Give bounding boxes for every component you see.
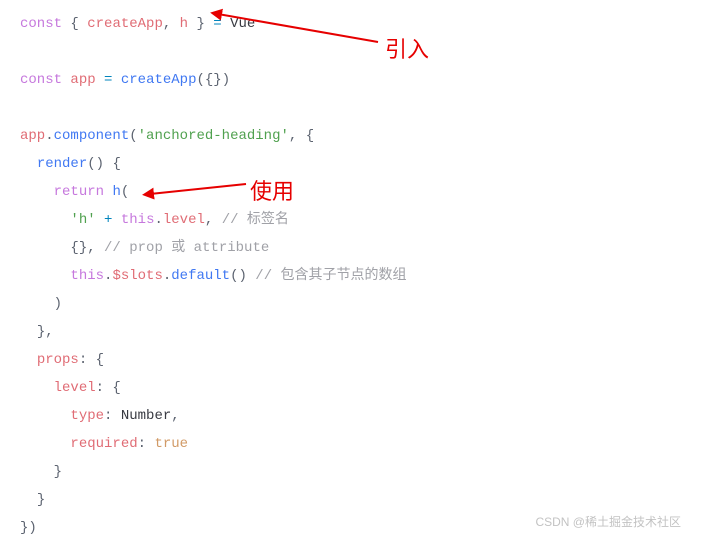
code-block: const { createApp, h } = Vue const app =… xyxy=(20,10,681,542)
code-line-4 xyxy=(20,94,681,122)
annotation-import: 引入 xyxy=(385,28,429,72)
watermark-text: CSDN @稀土掘金技术社区 xyxy=(535,510,681,534)
code-line-15: type: Number, xyxy=(20,402,681,430)
code-line-13: props: { xyxy=(20,346,681,374)
code-line-17: } xyxy=(20,458,681,486)
code-line-12: }, xyxy=(20,318,681,346)
code-line-8: 'h' + this.level, // 标签名 xyxy=(20,206,681,234)
code-line-2 xyxy=(20,38,681,66)
code-line-14: level: { xyxy=(20,374,681,402)
code-line-1: const { createApp, h } = Vue xyxy=(20,10,681,38)
code-line-9: {}, // prop 或 attribute xyxy=(20,234,681,262)
code-line-3: const app = createApp({}) xyxy=(20,66,681,94)
code-line-7: return h( xyxy=(20,178,681,206)
annotation-use: 使用 xyxy=(250,170,294,214)
code-line-10: this.$slots.default() // 包含其子节点的数组 xyxy=(20,262,681,290)
code-line-16: required: true xyxy=(20,430,681,458)
code-line-6: render() { xyxy=(20,150,681,178)
code-line-5: app.component('anchored-heading', { xyxy=(20,122,681,150)
code-line-11: ) xyxy=(20,290,681,318)
